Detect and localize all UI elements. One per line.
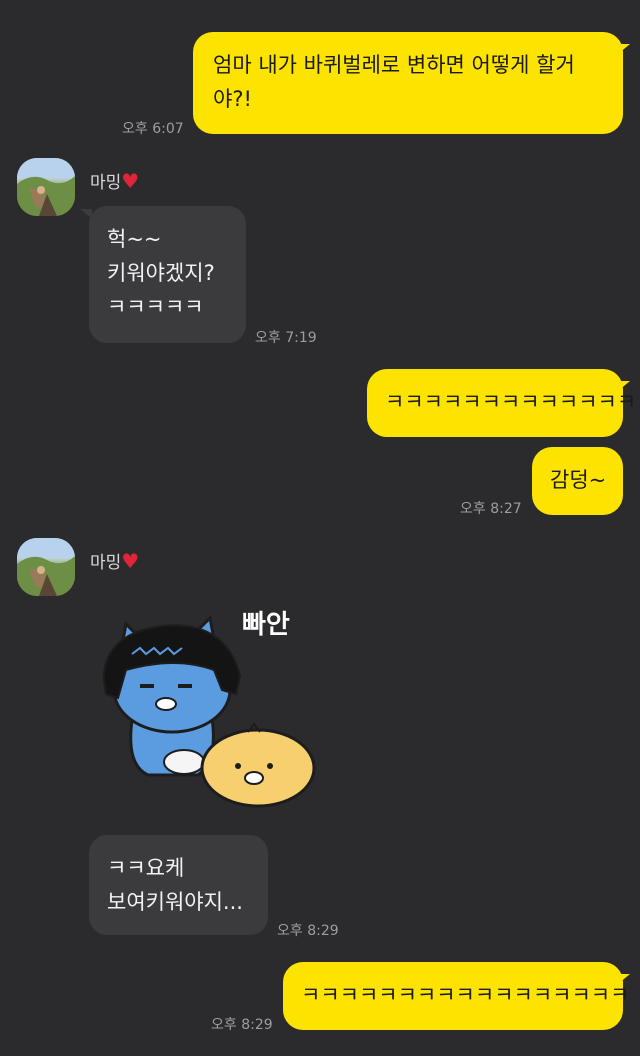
message-bubble-incoming[interactable]: ㅋㅋ요케 보여키워야지...	[89, 835, 268, 935]
message-text: 야?!	[213, 87, 252, 111]
message-time: 오후 8:27	[460, 501, 522, 517]
message-bubble-outgoing[interactable]: 감덩~	[532, 447, 623, 515]
bubble-tail	[618, 381, 630, 391]
message-time: 오후 8:29	[277, 923, 339, 939]
avatar-photo	[17, 538, 75, 596]
bubble-tail	[618, 974, 630, 984]
message-text: ㅋㅋㅋㅋㅋㅋㅋㅋㅋㅋㅋㅋㅋㅋㅋㅋㅋ	[301, 983, 630, 1007]
sender-name: 마밍♥	[90, 549, 140, 573]
avatar[interactable]	[17, 538, 75, 596]
sender-name: 마밍♥	[90, 169, 140, 193]
avatar[interactable]	[17, 158, 75, 216]
message-time: 오후 7:19	[255, 330, 317, 346]
sticker[interactable]: 빠안	[92, 590, 332, 810]
message-bubble-outgoing[interactable]: 엄마 내가 바퀴벌레로 변하면 어떻게 할거 야?!	[193, 32, 623, 134]
message-bubble-outgoing[interactable]: ㅋㅋㅋㅋㅋㅋㅋㅋㅋㅋㅋㅋㅋ	[367, 369, 637, 437]
avatar-photo	[17, 158, 75, 216]
message-text: ㅋㅋㅋㅋㅋ	[107, 295, 204, 319]
heart-icon: ♥	[121, 169, 140, 193]
message-text: 엄마 내가 바퀴벌레로 변하면 어떻게 할거	[213, 53, 575, 77]
message-text: 보여키워야지...	[107, 890, 243, 914]
message-bubble-outgoing[interactable]: ㅋㅋㅋㅋㅋㅋㅋㅋㅋㅋㅋㅋㅋㅋㅋㅋㅋ	[283, 962, 630, 1030]
message-text: 감덩~	[550, 468, 607, 492]
heart-icon: ♥	[121, 549, 140, 573]
message-bubble-incoming[interactable]: 헉~~ 키워야겠지? ㅋㅋㅋㅋㅋ	[89, 206, 246, 343]
message-text: ㅋㅋㅋㅋㅋㅋㅋㅋㅋㅋㅋㅋㅋ	[385, 390, 637, 414]
sticker-image	[102, 614, 316, 808]
sticker-caption: 빠안	[242, 610, 290, 640]
message-text: ㅋㅋ요케	[107, 856, 185, 880]
bubble-tail	[618, 44, 630, 54]
message-text: 키워야겠지?	[107, 261, 215, 285]
message-time: 오후 8:29	[211, 1017, 273, 1033]
message-time: 오후 6:07	[122, 121, 184, 137]
message-text: 헉~~	[107, 227, 162, 251]
